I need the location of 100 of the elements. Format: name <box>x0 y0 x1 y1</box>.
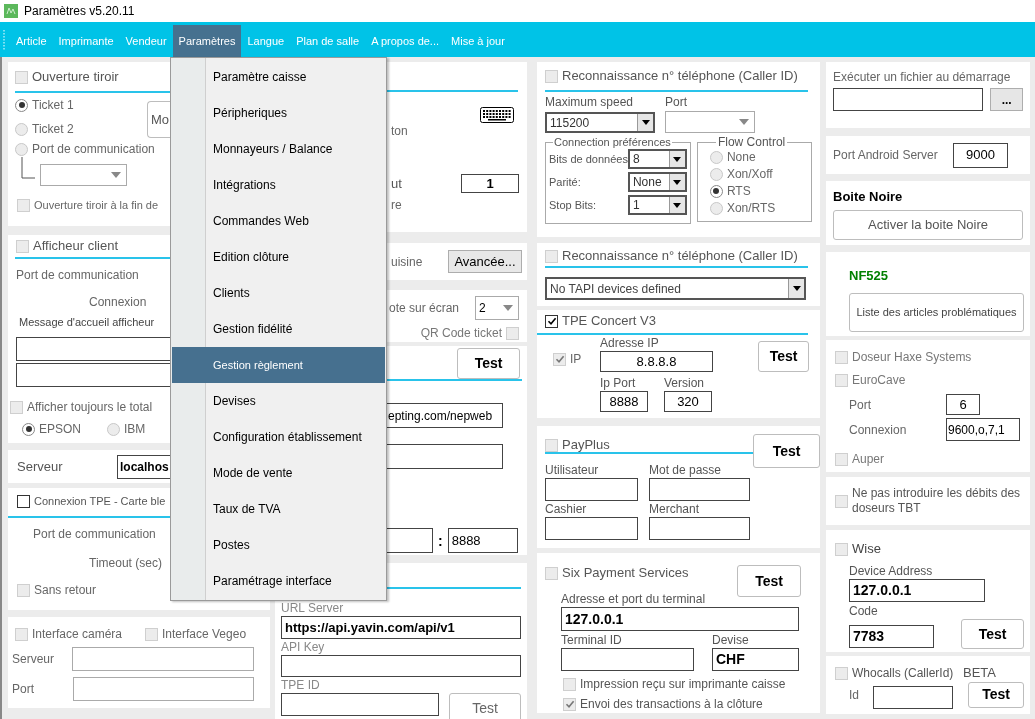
dropdown-arrow-button[interactable] <box>668 174 685 190</box>
dropdown[interactable]: 8 <box>627 149 687 169</box>
camera-checkbox[interactable]: Interface caméra <box>15 626 132 642</box>
url-field[interactable]: epting.com/nepweb <box>385 403 503 428</box>
menu-item[interactable]: Gestion fidélité <box>172 311 385 347</box>
radio-button[interactable] <box>15 142 28 156</box>
menu-item[interactable]: Edition clôture <box>172 239 385 275</box>
dropdown[interactable]: 115200 <box>545 112 655 133</box>
dropdown-arrow-button[interactable] <box>668 151 685 167</box>
activate-button[interactable]: Activer la boite Noire <box>833 210 1023 240</box>
dropdown[interactable]: No TAPI devices defined <box>545 277 806 300</box>
text-field[interactable] <box>16 363 170 387</box>
text-field[interactable]: 127.0.0.1 <box>561 607 799 631</box>
dropdown-arrow-button[interactable] <box>637 114 653 131</box>
test-button[interactable]: Test <box>737 565 801 597</box>
radio-button[interactable] <box>15 98 28 112</box>
menu-item[interactable]: Paramètres <box>172 25 242 57</box>
field-label: Ip Port <box>600 375 636 391</box>
menu-item[interactable]: Monnayeurs / Balance <box>172 131 385 167</box>
ip-checkbox[interactable]: IP <box>553 351 582 367</box>
test-button[interactable]: Test <box>753 434 820 468</box>
advanced-button[interactable]: Avancée... <box>448 250 522 273</box>
text-field[interactable]: 8888 <box>600 391 648 412</box>
text-field[interactable] <box>873 686 953 709</box>
server-field[interactable]: localhos <box>117 454 170 479</box>
text-field[interactable] <box>561 648 694 671</box>
text-field[interactable]: https://api.yavin.com/api/v1 <box>281 616 521 639</box>
radio-button[interactable] <box>15 122 28 136</box>
menu-item[interactable]: Configuration établissement <box>172 419 385 455</box>
radio-label: Port de communication <box>32 141 155 157</box>
radio-button[interactable] <box>709 184 723 198</box>
text-field[interactable] <box>72 647 254 671</box>
menu-item[interactable]: Postes <box>172 527 385 563</box>
six-checkbox[interactable]: Six Payment Services <box>545 565 689 581</box>
test-button[interactable]: Test <box>449 693 521 719</box>
menu-item[interactable]: Mode de vente <box>172 455 385 491</box>
caret-icon <box>673 156 682 162</box>
tbt-checkbox[interactable]: Ne pas introduire les débits des doseurs TBT <box>835 486 1022 516</box>
radio-button[interactable] <box>709 201 723 215</box>
six-option-checkbox[interactable]: Envoi des transactions à la clôture <box>563 696 799 712</box>
text-field[interactable] <box>649 478 750 501</box>
dropdown[interactable]: 1 <box>627 195 687 215</box>
checkmark-icon <box>554 354 565 364</box>
text-field[interactable]: 6 <box>946 394 980 415</box>
menu-item[interactable]: Paramétrage interface <box>172 563 385 599</box>
articles-button[interactable]: Liste des articles problématiques <box>849 293 1024 332</box>
dropdown[interactable]: None <box>627 172 687 192</box>
doser-checkbox[interactable]: EuroCave <box>835 372 1030 388</box>
text-field[interactable] <box>385 528 433 553</box>
text-field[interactable] <box>281 693 439 716</box>
caller-id-checkbox[interactable]: Reconnaissance n° téléphone (Caller ID) <box>545 248 812 264</box>
text-field[interactable]: 1 <box>461 174 519 193</box>
browse-button[interactable]: ... <box>990 88 1023 111</box>
menu-item[interactable]: Péripheriques <box>172 95 385 131</box>
side-button[interactable]: Mo <box>147 101 170 138</box>
dropdown-arrow-button[interactable] <box>788 279 804 298</box>
six-option-checkbox[interactable]: Impression reçu sur imprimante caisse <box>563 676 799 692</box>
text-field[interactable] <box>545 478 638 501</box>
radio-label: Xon/RTS <box>726 200 776 216</box>
qr-code-checkbox[interactable]: QR Code ticket <box>420 325 519 341</box>
dropdown-arrow-button[interactable] <box>668 197 685 213</box>
text-field[interactable] <box>385 444 503 469</box>
whocalls-checkbox[interactable]: Whocalls (CallerId) <box>835 665 963 681</box>
caller-id-checkbox[interactable]: Reconnaissance n° téléphone (Caller ID) <box>545 68 812 84</box>
text-field[interactable] <box>545 517 638 540</box>
text-field[interactable]: 320 <box>664 391 712 412</box>
test-button[interactable]: Test <box>961 619 1024 649</box>
dropdown[interactable]: 2 <box>475 296 519 320</box>
text-field[interactable] <box>16 337 170 361</box>
camera-checkbox[interactable]: Interface Vegeo <box>145 626 247 642</box>
text-field[interactable] <box>281 655 521 677</box>
port-field[interactable]: 8888 <box>447 528 518 553</box>
text-field[interactable]: 9000 <box>953 142 1008 168</box>
text-field[interactable] <box>649 517 750 540</box>
text-field[interactable] <box>73 677 254 701</box>
text-field[interactable]: 8.8.8.8 <box>600 351 713 372</box>
concert-checkbox[interactable]: TPE Concert V3 <box>545 313 820 329</box>
field-label: Code <box>849 603 878 619</box>
text-field[interactable]: CHF <box>712 648 799 671</box>
menu-item[interactable]: Gestion règlement <box>172 347 385 383</box>
menu-item[interactable]: Taux de TVA <box>172 491 385 527</box>
wise-checkbox[interactable]: Wise <box>835 541 1030 557</box>
radio-button[interactable] <box>709 150 723 164</box>
text-field[interactable]: 127.0.0.1 <box>849 579 985 602</box>
doser-checkbox[interactable]: Auper <box>835 451 1030 467</box>
radio-button[interactable] <box>709 167 723 181</box>
menu-item[interactable]: Paramètre caisse <box>172 59 385 95</box>
test-button[interactable]: Test <box>968 681 1024 708</box>
doser-checkbox[interactable]: Doseur Haxe Systems <box>835 349 1030 365</box>
text-field[interactable]: 7783 <box>849 625 934 648</box>
menu-item[interactable]: Clients <box>172 275 385 311</box>
text-field[interactable]: 9600,o,7,1 <box>946 418 1020 441</box>
text-field[interactable] <box>833 88 984 111</box>
field-label: Parité: <box>549 175 581 190</box>
payplus-checkbox[interactable]: PayPlus <box>545 438 753 452</box>
menu-item[interactable]: Devises <box>172 383 385 419</box>
test-button[interactable]: Test <box>457 348 520 379</box>
test-button[interactable]: Test <box>758 341 809 372</box>
radio-button[interactable] <box>22 422 35 436</box>
radio-button[interactable] <box>107 422 120 436</box>
